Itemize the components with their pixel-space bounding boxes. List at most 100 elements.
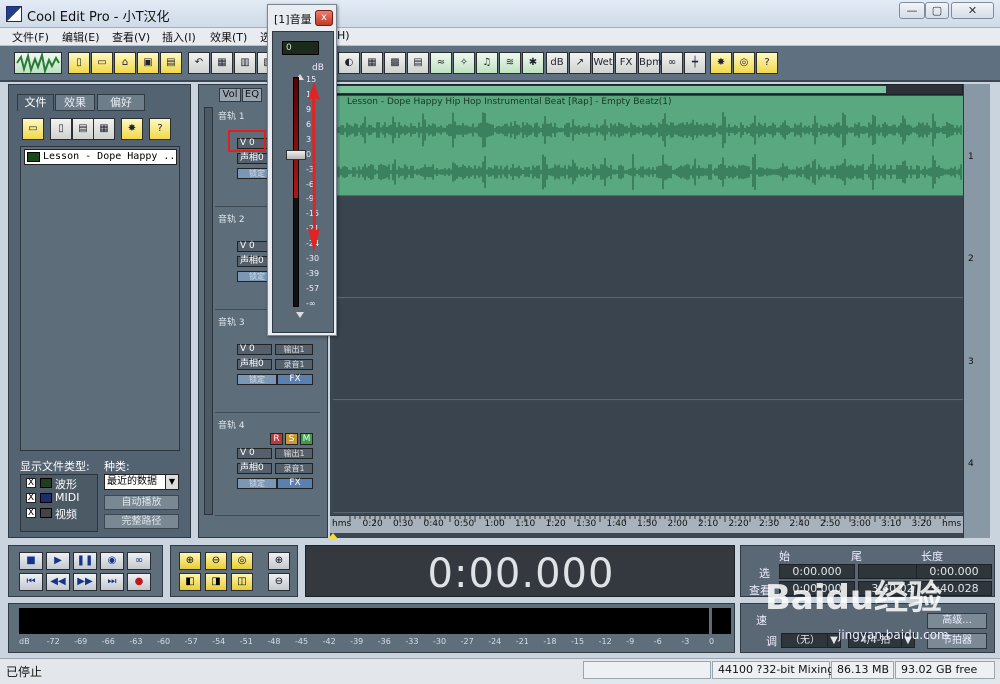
zoom-right-icon[interactable]: ◨ xyxy=(205,573,227,591)
pitch-icon[interactable]: ♫ xyxy=(476,52,498,74)
close-window-button[interactable]: ✕ xyxy=(951,2,994,19)
pause-button[interactable]: ❚❚ xyxy=(73,552,97,570)
track-pan-field[interactable]: 声相0 xyxy=(237,463,272,474)
file-list-item[interactable]: Lesson - Dope Happy ... xyxy=(24,149,177,165)
overview-scrollbar[interactable] xyxy=(330,84,963,95)
track-output-field[interactable]: 输出1 xyxy=(275,448,313,459)
tab-vol[interactable]: Vol xyxy=(219,88,241,102)
marker-icon[interactable]: ┿ xyxy=(684,52,706,74)
playhead-marker[interactable] xyxy=(328,533,338,539)
type-midi-checkbox[interactable]: X xyxy=(26,493,36,503)
track-scrollbar[interactable] xyxy=(204,107,213,515)
envelope-icon[interactable]: ≈ xyxy=(430,52,452,74)
link-icon[interactable]: ∞ xyxy=(661,52,683,74)
file-help-icon[interactable]: ? xyxy=(149,118,171,140)
minimize-button[interactable]: — xyxy=(899,2,925,19)
loop-icon[interactable]: ◐ xyxy=(338,52,360,74)
zoom-full-icon[interactable]: ◎ xyxy=(231,552,253,570)
group-icon[interactable]: ✱ xyxy=(522,52,544,74)
gain-icon[interactable]: ≋ xyxy=(499,52,521,74)
db-button[interactable]: dB xyxy=(546,52,568,74)
fx-button[interactable]: FX xyxy=(615,52,637,74)
open-file-icon[interactable]: ▭ xyxy=(22,118,44,140)
track-lane-3[interactable] xyxy=(333,300,963,400)
fx-tool-icon[interactable]: ✧ xyxy=(453,52,475,74)
undo-icon[interactable]: ↶ xyxy=(188,52,210,74)
play-button[interactable]: ▶ xyxy=(46,552,70,570)
mute-button[interactable]: M xyxy=(300,433,313,445)
menu-view[interactable]: 查看(V) xyxy=(112,29,150,45)
go-start-button[interactable]: ⏮ xyxy=(19,573,43,591)
key-select[interactable]: （无） xyxy=(781,633,829,648)
track-fx-button[interactable]: FX xyxy=(277,478,313,489)
menu-insert[interactable]: 插入(I) xyxy=(162,29,196,45)
type-video-checkbox[interactable]: X xyxy=(26,508,36,518)
track-lane-1[interactable]: Lesson - Dope Happy Hip Hop Instrumental… xyxy=(333,96,963,196)
new-icon[interactable]: ▯ xyxy=(68,52,90,74)
menu-file[interactable]: 文件(F) xyxy=(12,29,49,45)
copy-icon[interactable]: ▦ xyxy=(211,52,233,74)
overview-range[interactable] xyxy=(336,86,886,93)
save-icon[interactable]: ▣ xyxy=(137,52,159,74)
track-icon[interactable]: ▤ xyxy=(407,52,429,74)
track-lock-button[interactable]: 锁定 xyxy=(237,478,277,489)
track-lane-4[interactable] xyxy=(333,402,963,513)
tab-effects[interactable]: 效果 xyxy=(55,94,95,111)
wet-button[interactable]: Wet xyxy=(592,52,614,74)
reverse-icon[interactable]: ↗ xyxy=(569,52,591,74)
type-wave-checkbox[interactable]: X xyxy=(26,478,36,488)
time-ruler[interactable]: hms 0:20 0:30 0:40 0:50 1:00 1:10 1:20 1:30 1:40 1… xyxy=(330,515,963,533)
volume-slider-track[interactable] xyxy=(293,77,299,307)
track-lock-button[interactable]: 锁定 xyxy=(237,374,277,385)
full-path-button[interactable]: 完整路径 xyxy=(104,514,179,529)
zoom-out-icon[interactable]: ⊖ xyxy=(205,552,227,570)
tab-preferences[interactable]: 偏好 xyxy=(97,94,145,111)
mix-icon[interactable]: ▦ xyxy=(361,52,383,74)
arrow-down-icon[interactable] xyxy=(296,312,304,318)
menu-help[interactable]: H) xyxy=(337,29,350,42)
save-all-icon[interactable]: ▤ xyxy=(160,52,182,74)
track-record-field[interactable]: 录音1 xyxy=(275,463,313,474)
autoplay-button[interactable]: 自动播放 xyxy=(104,495,179,510)
settings-icon[interactable]: ✸ xyxy=(710,52,732,74)
zoom-selection-icon[interactable]: ◫ xyxy=(231,573,253,591)
volume-value-field[interactable]: 0 xyxy=(282,41,319,55)
track-fx-button[interactable]: FX xyxy=(277,374,313,385)
zoom-out-vertical-icon[interactable]: ⊖ xyxy=(268,573,290,591)
menu-effects[interactable]: 效果(T) xyxy=(210,29,247,45)
zoom-in-vertical-icon[interactable]: ⊕ xyxy=(268,552,290,570)
close-file-list-icon[interactable]: ▯ xyxy=(50,118,72,140)
track-pan-field[interactable]: 声相0 xyxy=(237,359,272,370)
rewind-button[interactable]: ◀◀ xyxy=(46,573,70,591)
close-popup-button[interactable]: x xyxy=(315,10,333,26)
record-button[interactable]: ● xyxy=(127,573,151,591)
kind-select[interactable]: 最近的数据 ▼ xyxy=(104,474,179,490)
close-file-icon[interactable]: ⌂ xyxy=(114,52,136,74)
restore-button[interactable]: ▢ xyxy=(925,2,949,19)
track-output-field[interactable]: 输出1 xyxy=(275,344,313,355)
track-record-field[interactable]: 录音1 xyxy=(275,359,313,370)
tab-files[interactable]: 文件 xyxy=(17,94,54,111)
help-icon[interactable]: ? xyxy=(756,52,778,74)
zoom-in-icon[interactable]: ⊕ xyxy=(179,552,201,570)
open-icon[interactable]: ▭ xyxy=(91,52,113,74)
menu-edit[interactable]: 编辑(E) xyxy=(62,29,100,45)
stop-button[interactable]: ■ xyxy=(19,552,43,570)
file-list[interactable]: Lesson - Dope Happy ... xyxy=(20,146,180,451)
options-icon[interactable]: ✸ xyxy=(121,118,143,140)
record-arm-button[interactable]: R xyxy=(270,433,283,445)
solo-button[interactable]: S xyxy=(285,433,298,445)
paste-icon[interactable]: ▥ xyxy=(234,52,256,74)
split-icon[interactable]: ▩ xyxy=(384,52,406,74)
play-to-end-button[interactable]: ◉ xyxy=(100,552,124,570)
waveform-clip[interactable] xyxy=(333,108,963,196)
go-end-button[interactable]: ⏭ xyxy=(100,573,124,591)
waveform-mode-icon[interactable] xyxy=(14,51,62,75)
tab-eq[interactable]: EQ xyxy=(242,88,262,102)
zoom-left-icon[interactable]: ◧ xyxy=(179,573,201,591)
edit-file-icon[interactable]: ▦ xyxy=(93,118,115,140)
loop-play-button[interactable]: ∞ xyxy=(127,552,151,570)
insert-icon[interactable]: ▤ xyxy=(72,118,94,140)
track-lane-2[interactable] xyxy=(333,198,963,298)
track-volume-field[interactable]: V 0 xyxy=(237,344,272,355)
